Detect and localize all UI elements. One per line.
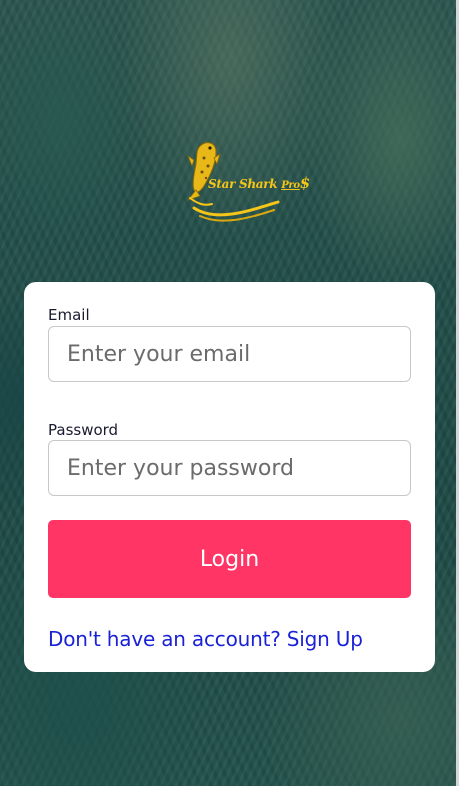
- login-card: Email Password Login Don't have an accou…: [24, 282, 435, 672]
- password-input[interactable]: [48, 440, 411, 496]
- login-button[interactable]: Login: [48, 520, 411, 598]
- logo-wordmark: Star Shark Pro$: [208, 174, 310, 192]
- star-shark-pros-logo: Star Shark Pro$: [186, 138, 310, 224]
- logo-symbol: $: [299, 174, 310, 192]
- logo-name: Star Shark: [208, 177, 278, 191]
- email-input[interactable]: [48, 326, 411, 382]
- password-label: Password: [48, 421, 119, 439]
- logo-suffix: Pro: [281, 180, 300, 191]
- signup-link[interactable]: Don't have an account? Sign Up: [48, 627, 363, 651]
- email-label: Email: [48, 306, 90, 324]
